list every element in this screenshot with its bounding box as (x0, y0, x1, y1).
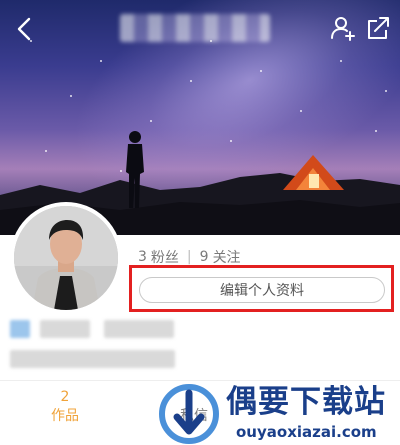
watermark-logo-icon (159, 384, 219, 444)
watermark-brand: 偶要下载站 (226, 384, 386, 420)
following-count[interactable]: 9 (200, 249, 209, 265)
tab-works[interactable]: 2 作品 (35, 388, 95, 426)
user-id-blurred (40, 320, 90, 338)
stats-divider: | (186, 249, 192, 265)
glowing-tent (283, 155, 344, 190)
person-silhouette (126, 131, 144, 208)
avatar[interactable] (10, 202, 122, 314)
user-id-badge-blurred (10, 320, 30, 338)
profile-name-blurred (120, 14, 270, 42)
fans-count[interactable]: 3 (138, 249, 147, 265)
following-label[interactable]: 关注 (213, 247, 241, 267)
edit-profile-highlight-box: 编辑个人资料 (129, 265, 394, 312)
works-count: 2 (60, 389, 70, 405)
share-icon[interactable] (364, 14, 392, 42)
chevron-left-icon[interactable] (10, 14, 40, 44)
avatar-portrait (14, 206, 118, 310)
top-bar (0, 0, 400, 60)
fans-label[interactable]: 粉丝 (151, 247, 179, 267)
add-user-icon[interactable] (330, 14, 358, 42)
edit-profile-button[interactable]: 编辑个人资料 (139, 277, 385, 303)
tab-divider (0, 380, 400, 381)
watermark-url: ouyaoxiazai.com (236, 423, 377, 441)
works-label: 作品 (51, 408, 79, 424)
user-bio-blurred (10, 350, 175, 368)
site-watermark: 偶要下载站 ouyaoxiazai.com (158, 383, 400, 445)
user-meta-blurred (104, 320, 174, 338)
